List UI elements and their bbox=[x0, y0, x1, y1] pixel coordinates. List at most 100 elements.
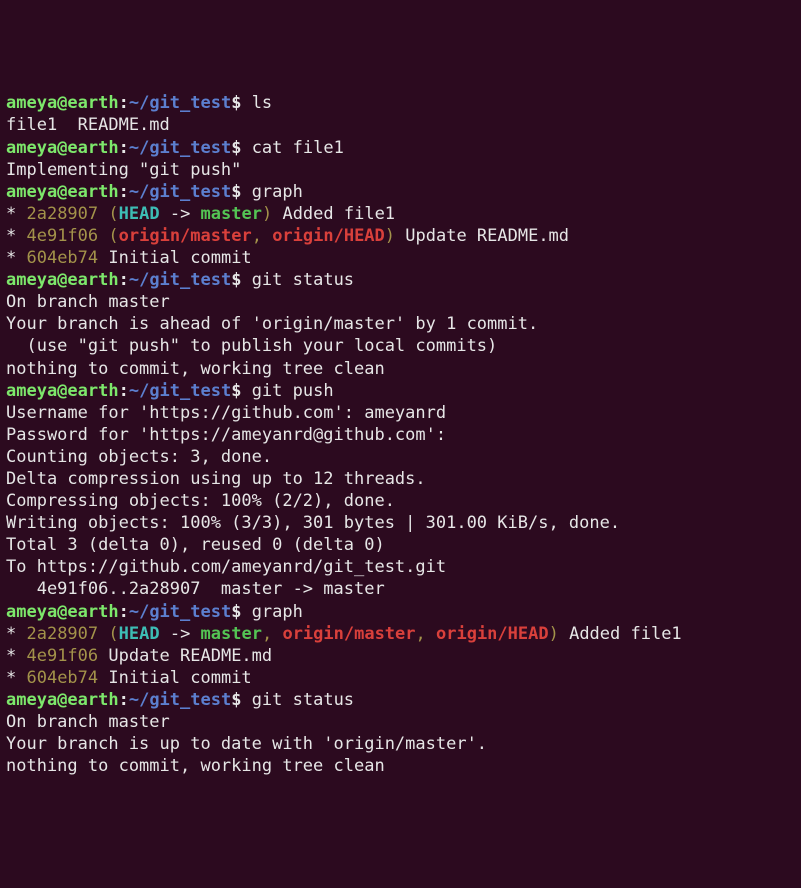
prompt-line: ameya@earth:~/git_test$ graph bbox=[6, 601, 795, 623]
prompt-sigil: $ bbox=[231, 93, 241, 113]
prompt-sep: : bbox=[119, 93, 129, 113]
command-text[interactable]: graph bbox=[241, 182, 302, 202]
ref-close-paren: ) bbox=[549, 624, 559, 644]
graph-line: * 4e91f06 (origin/master, origin/HEAD) U… bbox=[6, 225, 795, 247]
graph-star-icon: * bbox=[6, 646, 26, 666]
graph-line: * 604eb74 Initial commit bbox=[6, 247, 795, 269]
ref-arrow: -> bbox=[160, 204, 201, 224]
prompt-user: ameya@earth bbox=[6, 182, 119, 202]
prompt-user: ameya@earth bbox=[6, 270, 119, 290]
ref-open-paren: ( bbox=[108, 624, 118, 644]
output-line: Counting objects: 3, done. bbox=[6, 446, 795, 468]
prompt-sep: : bbox=[119, 690, 129, 710]
output-line: Your branch is ahead of 'origin/master' … bbox=[6, 313, 795, 335]
output-line: 4e91f06..2a28907 master -> master bbox=[6, 578, 795, 600]
graph-line: * 604eb74 Initial commit bbox=[6, 667, 795, 689]
prompt-sep: : bbox=[119, 182, 129, 202]
prompt-sigil: $ bbox=[231, 381, 241, 401]
prompt-path: ~/git_test bbox=[129, 602, 231, 622]
prompt-path: ~/git_test bbox=[129, 381, 231, 401]
prompt-line: ameya@earth:~/git_test$ cat file1 bbox=[6, 137, 795, 159]
prompt-sep: : bbox=[119, 270, 129, 290]
output-line: Compressing objects: 100% (2/2), done. bbox=[6, 490, 795, 512]
command-text[interactable]: graph bbox=[241, 602, 302, 622]
prompt-sep: : bbox=[119, 381, 129, 401]
prompt-path: ~/git_test bbox=[129, 690, 231, 710]
ref-branch: master bbox=[201, 624, 262, 644]
prompt-user: ameya@earth bbox=[6, 690, 119, 710]
prompt-sigil: $ bbox=[231, 270, 241, 290]
ref-close-paren: ) bbox=[262, 204, 272, 224]
graph-line: * 4e91f06 Update README.md bbox=[6, 645, 795, 667]
prompt-line: ameya@earth:~/git_test$ graph bbox=[6, 181, 795, 203]
ref-close-paren: ) bbox=[385, 226, 395, 246]
output-line: Writing objects: 100% (3/3), 301 bytes |… bbox=[6, 512, 795, 534]
graph-star-icon: * bbox=[6, 624, 26, 644]
commit-hash: 2a28907 bbox=[26, 204, 98, 224]
prompt-line: ameya@earth:~/git_test$ ls bbox=[6, 92, 795, 114]
commit-message: Initial commit bbox=[98, 248, 252, 268]
prompt-path: ~/git_test bbox=[129, 270, 231, 290]
ref-remote: origin/master bbox=[282, 624, 415, 644]
output-line: nothing to commit, working tree clean bbox=[6, 755, 795, 777]
ref-sep: , bbox=[416, 624, 436, 644]
output-line: file1 README.md bbox=[6, 114, 795, 136]
ref-sep: , bbox=[262, 624, 282, 644]
prompt-line: ameya@earth:~/git_test$ git push bbox=[6, 380, 795, 402]
prompt-sigil: $ bbox=[231, 138, 241, 158]
output-line: Implementing "git push" bbox=[6, 159, 795, 181]
graph-line: * 2a28907 (HEAD -> master, origin/master… bbox=[6, 623, 795, 645]
ref-head: HEAD bbox=[119, 204, 160, 224]
commit-message: Added file1 bbox=[272, 204, 395, 224]
commit-hash: 4e91f06 bbox=[26, 226, 98, 246]
ref-branch: master bbox=[201, 204, 262, 224]
prompt-path: ~/git_test bbox=[129, 93, 231, 113]
ref-remote: origin/HEAD bbox=[272, 226, 385, 246]
commit-hash: 604eb74 bbox=[26, 248, 98, 268]
commit-message: Added file1 bbox=[559, 624, 682, 644]
ref-remote: origin/HEAD bbox=[436, 624, 549, 644]
prompt-sep: : bbox=[119, 138, 129, 158]
commit-message: Update README.md bbox=[98, 646, 272, 666]
output-line: (use "git push" to publish your local co… bbox=[6, 335, 795, 357]
output-line: On branch master bbox=[6, 711, 795, 733]
output-line: Password for 'https://ameyanrd@github.co… bbox=[6, 424, 795, 446]
command-text[interactable]: git push bbox=[241, 381, 333, 401]
commit-message: Initial commit bbox=[98, 668, 252, 688]
output-line: On branch master bbox=[6, 291, 795, 313]
prompt-line: ameya@earth:~/git_test$ git status bbox=[6, 269, 795, 291]
commit-message: Update README.md bbox=[395, 226, 569, 246]
command-text[interactable]: git status bbox=[241, 690, 354, 710]
terminal-window[interactable]: ameya@earth:~/git_test$ lsfile1 README.m… bbox=[6, 92, 795, 777]
prompt-sigil: $ bbox=[231, 602, 241, 622]
prompt-user: ameya@earth bbox=[6, 602, 119, 622]
output-line: Username for 'https://github.com': ameya… bbox=[6, 402, 795, 424]
commit-hash: 604eb74 bbox=[26, 668, 98, 688]
ref-head: HEAD bbox=[119, 624, 160, 644]
prompt-sep: : bbox=[119, 602, 129, 622]
output-line: nothing to commit, working tree clean bbox=[6, 358, 795, 380]
graph-line: * 2a28907 (HEAD -> master) Added file1 bbox=[6, 203, 795, 225]
graph-star-icon: * bbox=[6, 668, 26, 688]
prompt-sigil: $ bbox=[231, 690, 241, 710]
graph-star-icon: * bbox=[6, 248, 26, 268]
ref-arrow: -> bbox=[160, 624, 201, 644]
commit-hash: 4e91f06 bbox=[26, 646, 98, 666]
prompt-line: ameya@earth:~/git_test$ git status bbox=[6, 689, 795, 711]
graph-star-icon: * bbox=[6, 226, 26, 246]
prompt-user: ameya@earth bbox=[6, 138, 119, 158]
command-text[interactable]: git status bbox=[241, 270, 354, 290]
prompt-user: ameya@earth bbox=[6, 381, 119, 401]
ref-sep: , bbox=[252, 226, 272, 246]
command-text[interactable]: ls bbox=[241, 93, 272, 113]
output-line: Delta compression using up to 12 threads… bbox=[6, 468, 795, 490]
output-line: To https://github.com/ameyanrd/git_test.… bbox=[6, 556, 795, 578]
output-line: Total 3 (delta 0), reused 0 (delta 0) bbox=[6, 534, 795, 556]
commit-hash: 2a28907 bbox=[26, 624, 98, 644]
command-text[interactable]: cat file1 bbox=[241, 138, 343, 158]
ref-open-paren: ( bbox=[108, 226, 118, 246]
prompt-user: ameya@earth bbox=[6, 93, 119, 113]
prompt-path: ~/git_test bbox=[129, 182, 231, 202]
prompt-path: ~/git_test bbox=[129, 138, 231, 158]
output-line: Your branch is up to date with 'origin/m… bbox=[6, 733, 795, 755]
